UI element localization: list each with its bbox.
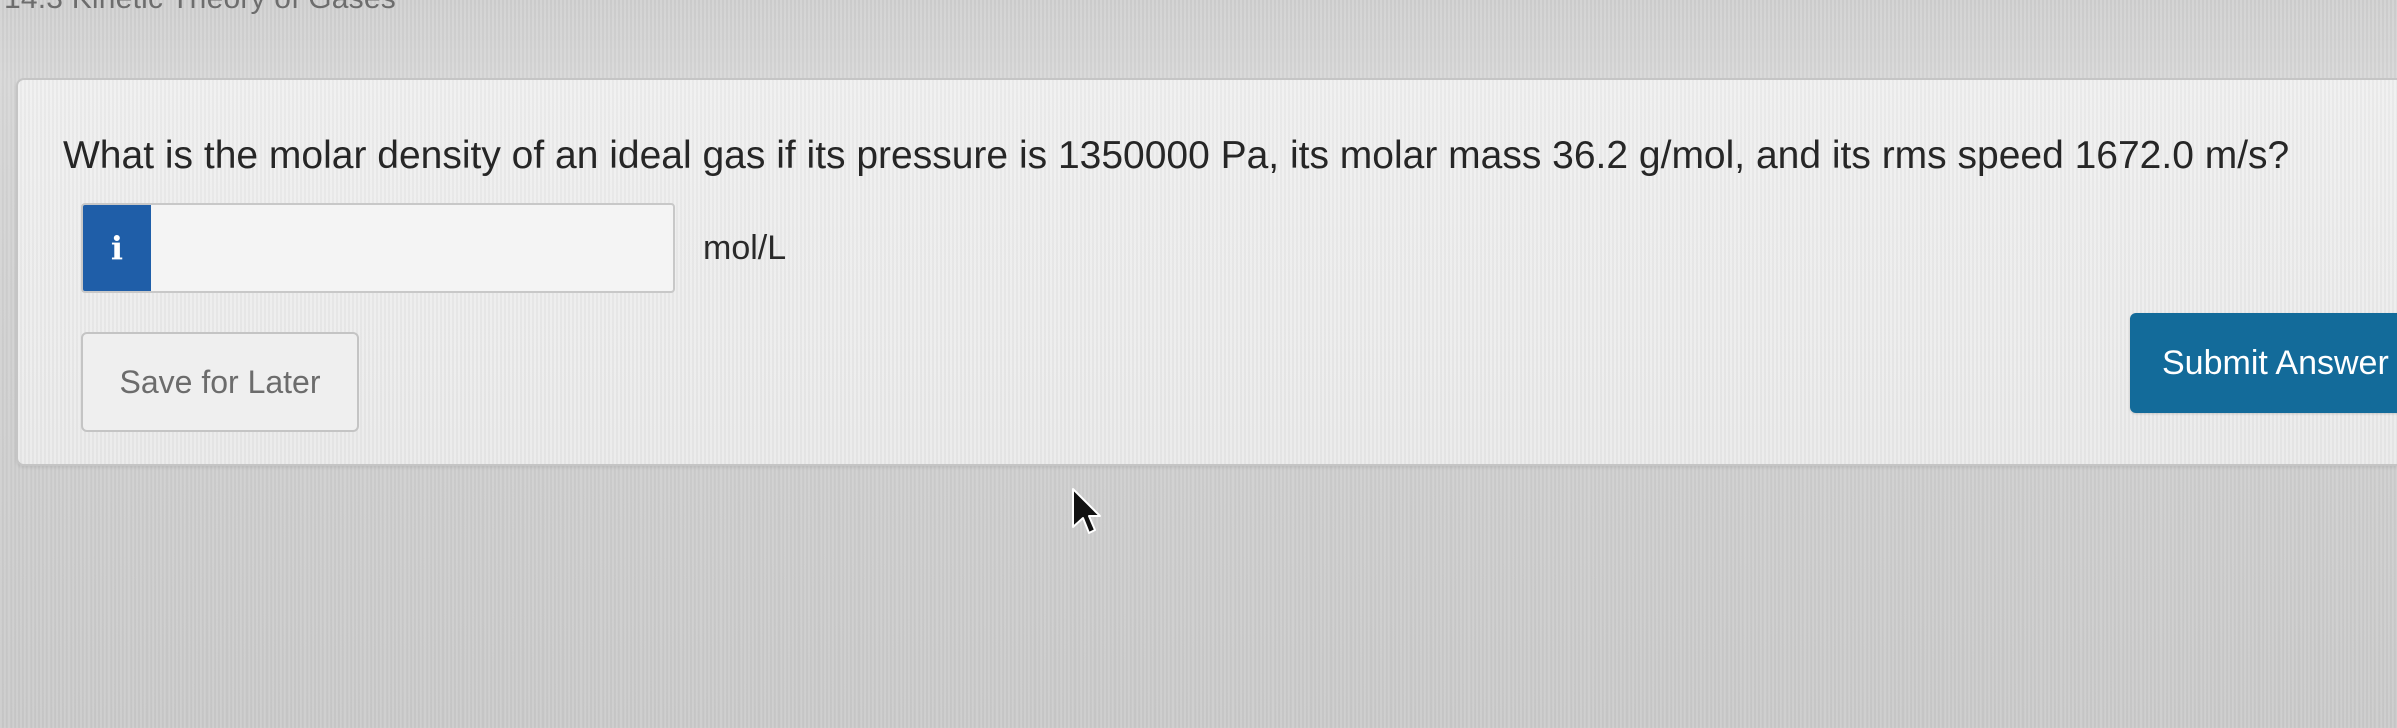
info-icon: i xyxy=(110,229,124,267)
mouse-pointer-icon xyxy=(1071,487,1101,535)
save-for-later-button[interactable]: Save for Later xyxy=(81,332,359,432)
answer-input[interactable] xyxy=(151,205,673,291)
submit-answer-button[interactable]: Submit Answer xyxy=(2130,313,2397,413)
unit-label: mol/L xyxy=(703,228,787,267)
answer-row: i mol/L xyxy=(81,202,786,294)
answer-field-container: i xyxy=(81,203,675,293)
question-card: What is the molar density of an ideal ga… xyxy=(16,78,2397,466)
page-header: 14.3 Kinetic Theory of Gases xyxy=(0,0,2397,78)
info-button[interactable]: i xyxy=(83,205,151,291)
question-text: What is the molar density of an ideal ga… xyxy=(63,134,2290,177)
section-title: 14.3 Kinetic Theory of Gases xyxy=(4,0,396,16)
